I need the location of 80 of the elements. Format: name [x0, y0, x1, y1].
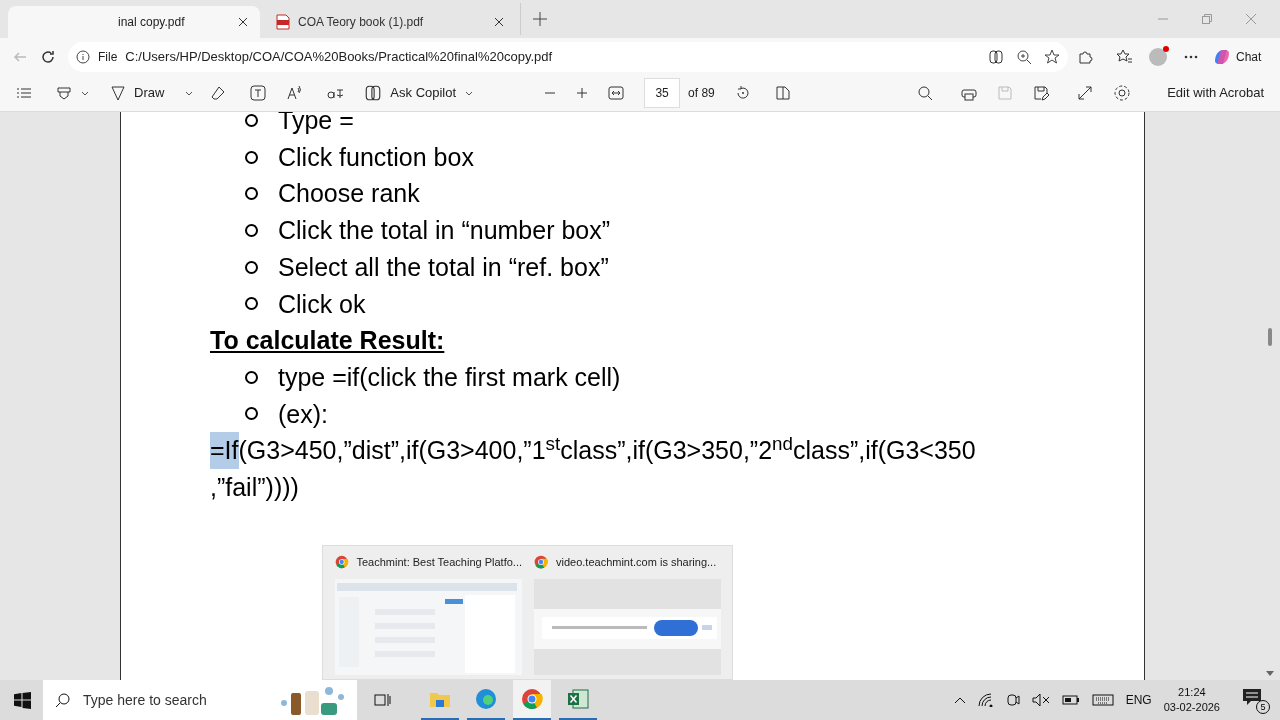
zoom-in-icon[interactable] — [576, 87, 589, 99]
text-box-icon[interactable] — [250, 85, 267, 101]
list-item: Choose rank — [278, 178, 420, 210]
browser-tab[interactable]: COA Teory book (1).pdf — [264, 6, 516, 38]
copilot-icon[interactable] — [988, 48, 1004, 65]
highlighter-icon[interactable] — [56, 85, 72, 101]
save-as-icon[interactable] — [1033, 85, 1050, 101]
list-item: Type = — [278, 112, 354, 136]
chevron-up-icon[interactable] — [953, 695, 966, 705]
scheme-label: File — [98, 48, 118, 66]
selected-text: =If — [210, 432, 239, 470]
read-aloud-icon[interactable] — [286, 85, 303, 101]
bullet-icon — [245, 260, 258, 274]
contents-icon[interactable] — [16, 85, 32, 101]
list-item: (ex): — [278, 398, 328, 430]
list-item: Click ok — [278, 288, 366, 320]
list-item: Select all the total in “ref. box” — [278, 251, 609, 283]
preview-title[interactable]: video.teachmint.com is sharing... — [556, 554, 717, 571]
notification-icon — [1242, 688, 1262, 706]
close-icon[interactable] — [494, 17, 504, 27]
formula-text: (G3>450,”dist”,if(G3>400,”1$^{st}$class”,if(G3>350,”2$^{nd}$class”,if(G3<350 — [238, 432, 976, 467]
bullet-icon — [245, 407, 258, 421]
battery-icon[interactable] — [1061, 695, 1080, 705]
chat-button[interactable]: Chat — [1212, 46, 1262, 67]
chrome-icon — [335, 555, 349, 570]
copilot-icon — [364, 84, 383, 102]
chrome-icon[interactable] — [513, 680, 551, 720]
bullet-icon — [245, 113, 258, 127]
task-view-icon[interactable] — [373, 692, 391, 708]
refresh-icon[interactable] — [40, 48, 56, 65]
windows-start-icon[interactable] — [14, 691, 31, 709]
star-icon[interactable] — [1044, 48, 1060, 65]
bullet-icon — [245, 297, 258, 311]
keyboard-icon[interactable] — [1091, 694, 1114, 706]
rotate-icon[interactable] — [734, 85, 751, 101]
bullet-icon — [245, 187, 258, 201]
search-icon — [55, 692, 71, 708]
eraser-icon[interactable] — [210, 85, 227, 101]
search-placeholder: Type here to search — [83, 690, 207, 710]
more-icon[interactable] — [1184, 54, 1198, 59]
browser-tab[interactable]: inal copy.pdf — [8, 6, 260, 38]
pdf-file-icon — [276, 14, 290, 30]
favorites-icon[interactable] — [1116, 48, 1132, 65]
muted-speaker-icon[interactable] — [1031, 693, 1050, 707]
language-indicator[interactable]: ENG — [1125, 691, 1152, 709]
camera-icon[interactable] — [1005, 692, 1020, 708]
bullet-icon — [245, 150, 258, 164]
page-count: of 89 — [688, 85, 715, 102]
ask-copilot-button[interactable]: Ask Copilot — [364, 83, 475, 103]
scrollbar-thumb[interactable] — [1268, 328, 1272, 346]
preview-title[interactable]: Teachmint: Best Teaching Platfo... — [356, 554, 522, 571]
address-bar[interactable]: File C:/Users/HP/Desktop/COA/COA%20Books/Practical%20final%20copy.pdf — [68, 41, 1068, 72]
page-view-icon[interactable] — [774, 85, 791, 101]
pen-icon — [110, 85, 126, 101]
chrome-icon — [534, 555, 548, 570]
zoom-icon[interactable] — [1016, 48, 1032, 65]
formula-text: ,”fail”)))) — [210, 472, 299, 504]
clock-date: 03-02-2026 — [1163, 700, 1220, 715]
section-heading: To calculate Result: — [210, 325, 445, 357]
list-item: Click function box — [278, 141, 474, 173]
close-icon[interactable] — [238, 17, 248, 27]
taskbar-search-field[interactable]: Type here to search — [43, 680, 357, 720]
url-text: C:/Users/HP/Desktop/COA/COA%20Books/Practical%20final%20copy.pdf — [125, 47, 553, 66]
bullet-icon — [245, 370, 258, 384]
page-number-field[interactable]: 35 — [644, 78, 681, 108]
search-icon[interactable] — [917, 85, 934, 101]
info-icon — [76, 49, 90, 64]
notification-count: 5 — [1256, 700, 1270, 714]
edit-with-acrobat-button[interactable]: Edit with Acrobat — [1167, 83, 1264, 103]
avatar-icon[interactable] — [1149, 47, 1167, 66]
expand-icon[interactable] — [1077, 85, 1094, 101]
wifi-icon[interactable] — [977, 693, 994, 707]
list-item: type =if(click the first mark cell) — [278, 361, 621, 393]
clock[interactable]: 21:24 03-02-2026 — [1163, 685, 1220, 715]
clock-time: 21:24 — [1178, 685, 1206, 700]
bullet-icon — [245, 223, 258, 237]
fit-width-icon[interactable] — [608, 86, 625, 100]
settings-icon[interactable] — [1113, 84, 1132, 102]
list-item: Click the total in “number box” — [278, 215, 611, 247]
draw-button[interactable]: Draw — [110, 83, 195, 103]
